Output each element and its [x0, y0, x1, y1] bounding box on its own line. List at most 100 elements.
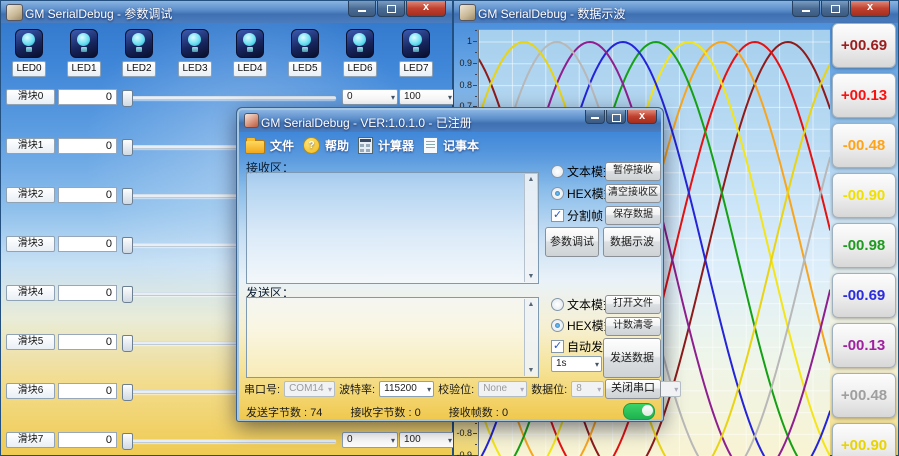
slider-value-input[interactable]: 0 — [58, 383, 117, 399]
param-debug-button[interactable]: 参数调试 — [545, 227, 599, 257]
main-window-titlebar[interactable]: GM SerialDebug - VER:1.0.1.0 - 已注册 — [239, 110, 661, 132]
scope-value-badge: +00.90 — [832, 423, 896, 456]
slider-track[interactable] — [122, 90, 336, 107]
led-indicator[interactable]: LED7 — [399, 29, 433, 77]
send-interval-select[interactable]: 1s — [551, 356, 602, 372]
led-bulb-icon — [236, 29, 264, 58]
slider-value-input[interactable]: 0 — [58, 432, 117, 448]
tx-hex-mode-radio[interactable] — [551, 319, 564, 332]
slider-thumb[interactable] — [122, 139, 133, 156]
param-window-title: GM SerialDebug - 参数调试 — [25, 7, 173, 21]
close-button[interactable] — [406, 1, 446, 17]
slider-thumb[interactable] — [122, 90, 133, 107]
close-button[interactable] — [850, 1, 890, 17]
save-data-button[interactable]: 保存数据 — [605, 206, 661, 225]
close-port-button[interactable]: 关闭串口 — [605, 379, 661, 399]
slider-max-select[interactable]: 100 — [399, 89, 455, 105]
maximize-button[interactable] — [606, 110, 626, 124]
baud-select[interactable]: 115200 — [379, 381, 435, 397]
scroll-down-icon[interactable]: ▼ — [525, 365, 537, 376]
scroll-up-icon[interactable]: ▲ — [525, 174, 537, 185]
slider-value-input[interactable]: 0 — [58, 285, 117, 301]
serial-toggle-switch[interactable] — [623, 403, 655, 420]
led-indicator[interactable]: LED2 — [122, 29, 156, 77]
slider-value-input[interactable]: 0 — [58, 138, 117, 154]
slider-label: 滑块6 — [6, 383, 55, 399]
tx-text-mode-radio[interactable] — [551, 298, 564, 311]
received-frames-status: 接收帧数 : 0 — [448, 407, 509, 419]
minimize-button[interactable] — [585, 110, 605, 124]
led-indicator[interactable]: LED1 — [67, 29, 101, 77]
y-axis-tick — [473, 41, 477, 42]
slider-thumb[interactable] — [122, 237, 133, 254]
toolbar-item-file[interactable]: 文件 — [245, 137, 294, 154]
slider-thumb[interactable] — [122, 384, 133, 401]
main-toolbar: 文件 ? 帮助 计算器 记事本 — [245, 133, 479, 158]
slider-thumb[interactable] — [122, 188, 133, 205]
maximize-button[interactable] — [377, 1, 405, 17]
auto-send-checkbox[interactable] — [551, 340, 564, 353]
param-window-titlebar[interactable]: GM SerialDebug - 参数调试 — [1, 1, 452, 23]
slider-track[interactable] — [122, 433, 336, 450]
scope-window-title: GM SerialDebug - 数据示波 — [478, 7, 626, 21]
slider-value-input[interactable]: 0 — [58, 187, 117, 203]
slider-thumb[interactable] — [122, 335, 133, 352]
data-scope-button[interactable]: 数据示波 — [603, 227, 661, 257]
scroll-up-icon[interactable]: ▲ — [525, 299, 537, 310]
y-axis-tick — [473, 85, 477, 86]
calculator-icon — [358, 137, 374, 154]
received-bytes-status: 接收字节数 : 0 — [350, 407, 421, 419]
slider-value-input[interactable]: 0 — [58, 334, 117, 350]
receive-textarea[interactable]: ▲ ▼ — [246, 172, 539, 284]
clear-receive-button[interactable]: 清空接收区 — [605, 184, 661, 203]
parity-select[interactable]: None — [478, 381, 528, 397]
led-indicator[interactable]: LED0 — [12, 29, 46, 77]
y-axis-tick-label: 0.9 — [459, 58, 472, 68]
slider-value-input[interactable]: 0 — [58, 89, 117, 105]
send-textarea[interactable]: ▲ ▼ — [246, 297, 539, 378]
main-window-title: GM SerialDebug - VER:1.0.1.0 - 已注册 — [261, 116, 472, 130]
pause-receive-button[interactable]: 暂停接收 — [605, 162, 661, 181]
led-indicator[interactable]: LED6 — [343, 29, 377, 77]
toolbar-item-help[interactable]: ? 帮助 — [303, 137, 349, 154]
counter-reset-button[interactable]: 计数清零 — [605, 317, 661, 336]
scope-value-badge: +00.48 — [832, 373, 896, 418]
receive-scrollbar[interactable]: ▲ ▼ — [524, 174, 537, 282]
scroll-down-icon[interactable]: ▼ — [525, 271, 537, 282]
slider-thumb[interactable] — [122, 286, 133, 303]
minimize-button[interactable] — [792, 1, 820, 17]
led-indicator[interactable]: LED3 — [178, 29, 212, 77]
send-scrollbar[interactable]: ▲ ▼ — [524, 299, 537, 376]
send-data-button[interactable]: 发送数据 — [603, 338, 661, 378]
split-frame-label: 分割帧 — [567, 209, 604, 223]
slider-value-input[interactable]: 0 — [58, 236, 117, 252]
scope-value-badge: +00.69 — [832, 23, 896, 68]
slider-max-select[interactable]: 100 — [399, 432, 455, 448]
rx-hex-mode-radio[interactable] — [551, 187, 564, 200]
slider-label: 滑块5 — [6, 334, 55, 350]
toolbar-item-notepad[interactable]: 记事本 — [423, 137, 479, 154]
led-label: LED7 — [399, 61, 433, 77]
led-label: LED3 — [178, 61, 212, 77]
led-label: LED1 — [67, 61, 101, 77]
y-axis-tick-label: 1 — [466, 36, 472, 46]
slider-row: 滑块7 0 0 100 — [1, 432, 455, 450]
slider-min-select[interactable]: 0 — [342, 89, 398, 105]
rx-text-mode-radio[interactable] — [551, 165, 564, 178]
close-button[interactable] — [627, 110, 657, 124]
data-bits-select[interactable]: 8 — [571, 381, 605, 397]
maximize-button[interactable] — [821, 1, 849, 17]
port-select[interactable]: COM14 — [284, 381, 336, 397]
toolbar-item-calculator[interactable]: 计算器 — [358, 137, 414, 154]
slider-thumb[interactable] — [122, 433, 133, 450]
scope-window-titlebar[interactable]: GM SerialDebug - 数据示波 — [454, 1, 898, 23]
y-axis-tick — [473, 433, 477, 434]
slider-row: 滑块0 0 0 100 — [1, 89, 455, 107]
led-bulb-icon — [291, 29, 319, 58]
minimize-button[interactable] — [348, 1, 376, 17]
led-indicator[interactable]: LED4 — [233, 29, 267, 77]
open-file-button[interactable]: 打开文件 — [605, 295, 661, 314]
slider-min-select[interactable]: 0 — [342, 432, 398, 448]
split-frame-checkbox[interactable] — [551, 209, 564, 222]
led-indicator[interactable]: LED5 — [288, 29, 322, 77]
